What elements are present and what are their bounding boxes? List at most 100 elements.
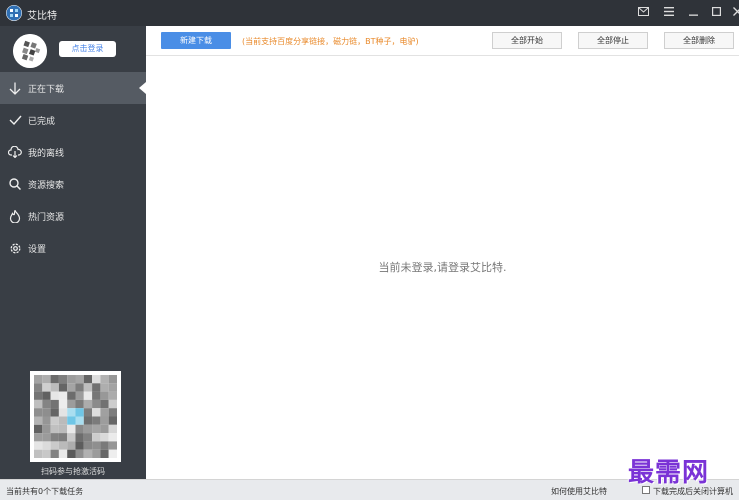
gear-icon (8, 241, 22, 255)
qr-module (83, 408, 93, 417)
qr-module (83, 416, 93, 425)
sidebar-item-label: 设置 (28, 244, 47, 255)
qr-module (83, 375, 93, 384)
qr-module (75, 449, 84, 458)
qr-module (75, 383, 84, 392)
qr-module (42, 375, 51, 384)
qr-module (58, 449, 68, 458)
qr-module (58, 441, 68, 450)
search-icon (8, 177, 22, 191)
qr-module (100, 441, 109, 450)
qr-module (34, 375, 43, 384)
qr-code (30, 371, 121, 462)
qr-module (50, 449, 59, 458)
qr-module (92, 441, 101, 450)
qr-module (67, 449, 76, 458)
qr-module (58, 433, 68, 442)
qr-module (108, 424, 117, 434)
qr-module (50, 441, 59, 450)
supported-links-hint: (当前支持百度分享链接，磁力链，BT种子，电驴) (242, 37, 419, 46)
qr-module (42, 399, 51, 409)
qr-module (100, 399, 109, 409)
toolbar: 新建下载 (当前支持百度分享链接，磁力链，BT种子，电驴) 全部开始 全部停止 … (146, 26, 739, 56)
sidebar-item-completed[interactable]: 已完成 (0, 104, 146, 136)
qr-module (83, 424, 93, 434)
qr-center-logo (75, 416, 84, 425)
qr-module (50, 375, 59, 384)
qr-module (83, 391, 93, 400)
qr-module (50, 416, 59, 425)
qr-module (108, 441, 117, 450)
qr-module (83, 449, 93, 458)
sidebar-item-label: 正在下载 (28, 84, 65, 95)
login-button[interactable]: 点击登录 (59, 41, 116, 57)
qr-module (92, 449, 101, 458)
qr-module (108, 416, 117, 425)
qr-module (75, 441, 84, 450)
sidebar-item-label: 资源搜索 (28, 180, 65, 191)
qr-module (67, 433, 76, 442)
qr-module (75, 375, 84, 384)
qr-module (75, 391, 84, 400)
sidebar-item-search[interactable]: 资源搜索 (0, 168, 146, 200)
qr-module (92, 383, 101, 392)
qr-module (100, 433, 109, 442)
delete-all-button[interactable]: 全部删除 (664, 32, 734, 49)
qr-module (100, 383, 109, 392)
qr-module (83, 441, 93, 450)
qr-module (42, 424, 51, 434)
qr-module (58, 424, 68, 434)
sidebar-item-hot[interactable]: 热门资源 (0, 200, 146, 232)
qr-module (58, 399, 68, 409)
sidebar-item-downloading[interactable]: 正在下载 (0, 72, 146, 104)
qr-module (34, 433, 43, 442)
qr-module (108, 391, 117, 400)
qr-module (42, 441, 51, 450)
qr-module (108, 383, 117, 392)
sidebar-item-offline[interactable]: 我的离线 (0, 136, 146, 168)
task-count-text: 当前共有0个下载任务 (6, 487, 84, 496)
qr-module (75, 424, 84, 434)
sidebar-item-settings[interactable]: 设置 (0, 232, 146, 264)
qr-module (108, 433, 117, 442)
qr-module (34, 441, 43, 450)
qr-module (50, 433, 59, 442)
mail-icon[interactable] (634, 4, 652, 22)
qr-caption: 扫码参与抢激活码 (41, 467, 105, 476)
minimize-icon[interactable] (684, 4, 702, 22)
qr-module (83, 383, 93, 392)
qr-module (34, 399, 43, 409)
start-all-button[interactable]: 全部开始 (492, 32, 562, 49)
menu-icon[interactable] (660, 4, 678, 22)
maximize-icon[interactable] (707, 4, 725, 22)
avatar[interactable] (13, 34, 47, 68)
arrow-down-icon (8, 81, 22, 95)
qr-module (50, 424, 59, 434)
qr-module (42, 383, 51, 392)
qr-module (50, 383, 59, 392)
sidebar-item-label: 热门资源 (28, 212, 65, 223)
qr-module (42, 408, 51, 417)
qr-module (100, 375, 109, 384)
qr-module (67, 383, 76, 392)
qr-module (42, 449, 51, 458)
qr-module (100, 416, 109, 425)
qr-module (58, 383, 68, 392)
qr-module (67, 441, 76, 450)
stop-all-button[interactable]: 全部停止 (578, 32, 648, 49)
qr-module (50, 399, 59, 409)
qr-module (42, 416, 51, 425)
qr-module (42, 433, 51, 442)
download-list-area: 当前未登录,请登录艾比特. (146, 56, 739, 479)
qr-module (67, 391, 76, 400)
new-download-button[interactable]: 新建下载 (161, 32, 231, 49)
qr-module (100, 408, 109, 417)
help-link[interactable]: 如何使用艾比特 (551, 486, 607, 497)
qr-module (34, 449, 43, 458)
qr-module (50, 391, 59, 400)
qr-module (92, 433, 101, 442)
close-icon[interactable] (728, 4, 739, 22)
qr-module (92, 399, 101, 409)
qr-module (108, 449, 117, 458)
qr-module (100, 424, 109, 434)
